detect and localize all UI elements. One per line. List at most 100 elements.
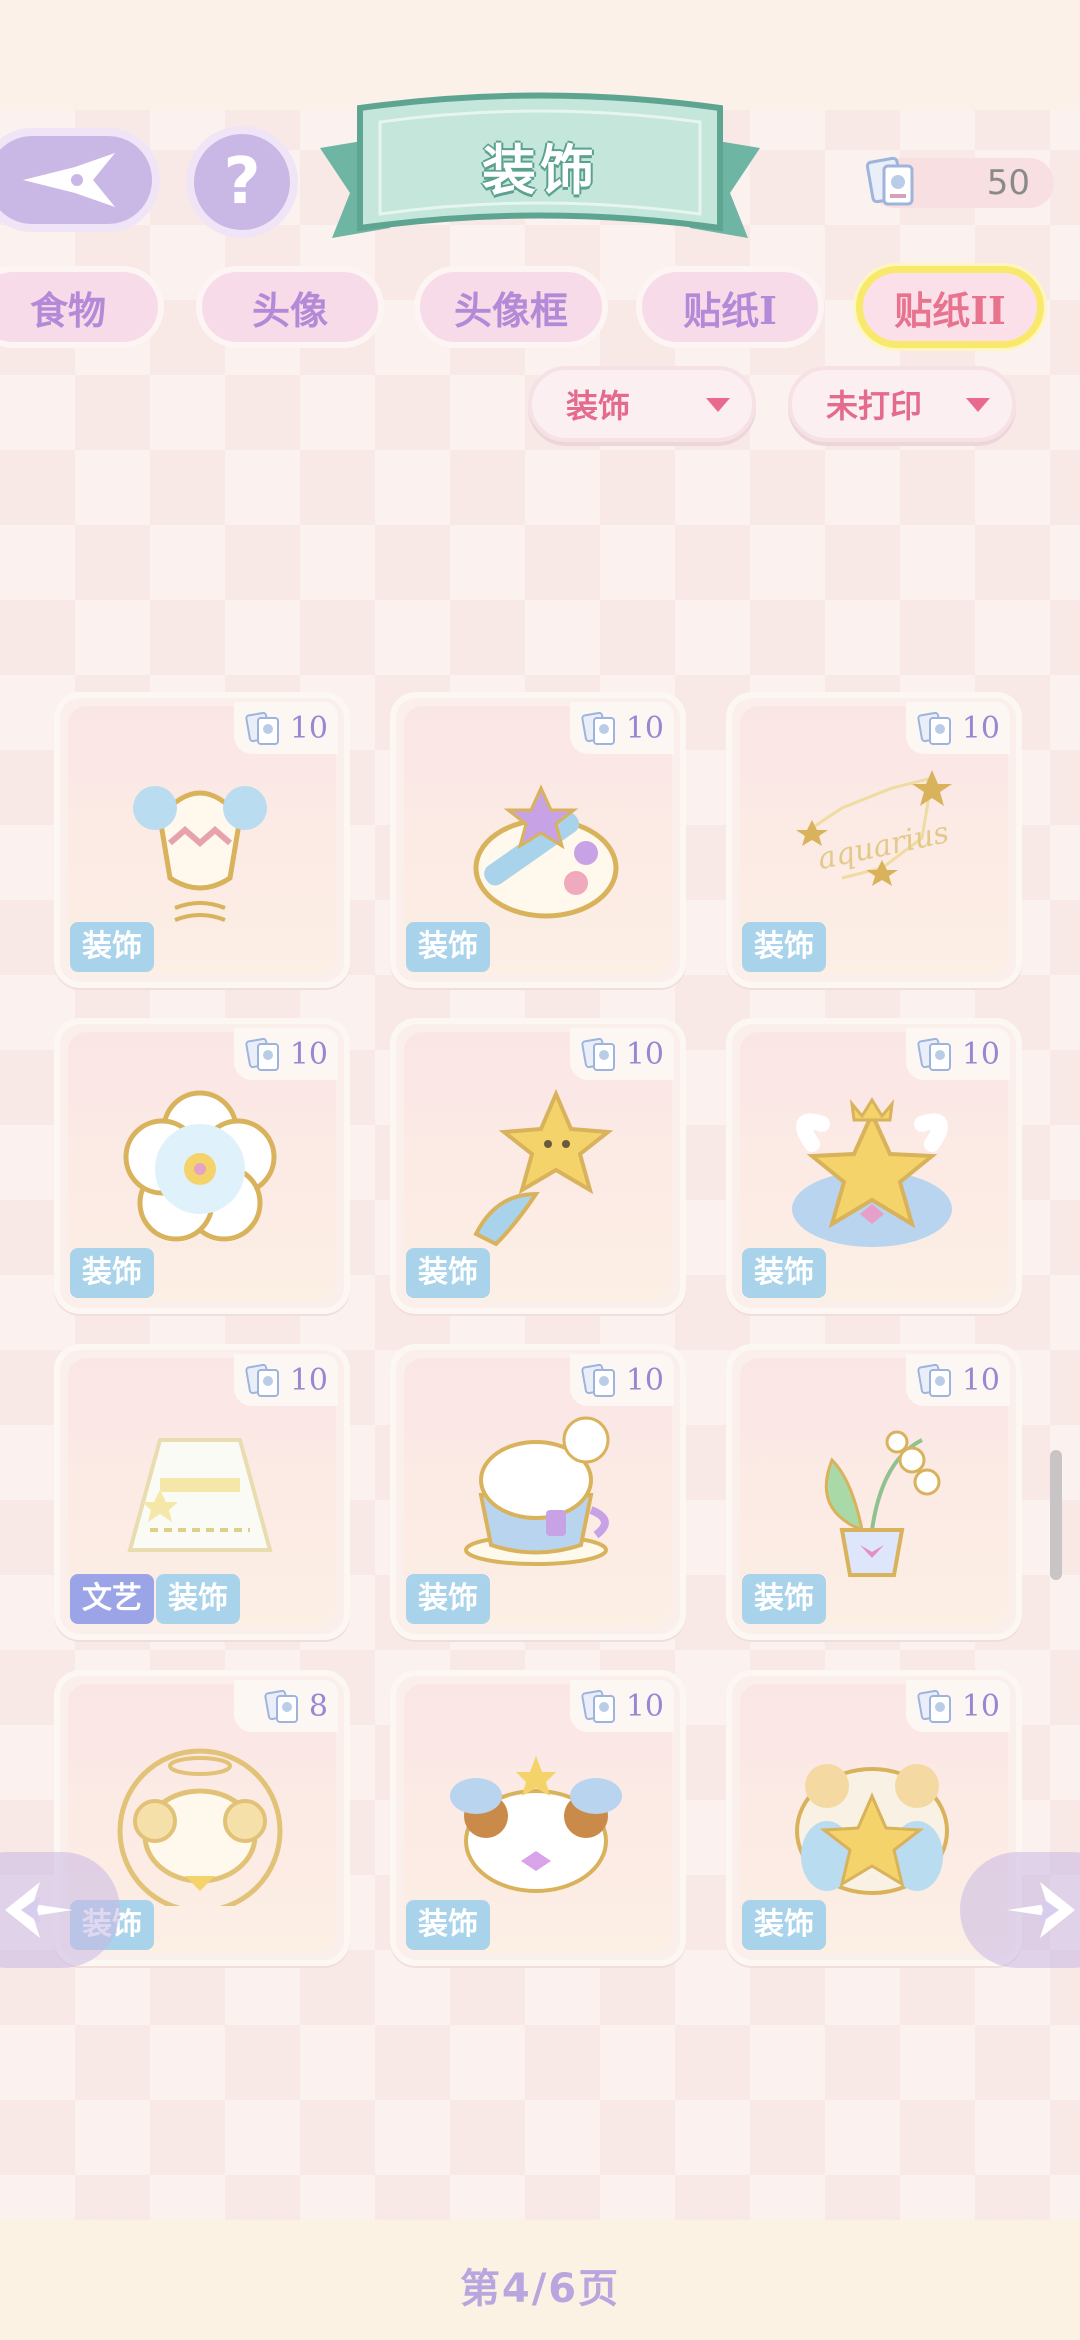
right-arrow-icon bbox=[1007, 1882, 1075, 1938]
chevron-down-icon bbox=[706, 398, 730, 412]
sticker-cost-value: 10 bbox=[625, 1036, 664, 1072]
category-tag: 装饰 bbox=[156, 1574, 240, 1624]
sticker-tags: 装饰 bbox=[406, 922, 492, 972]
tab-avatar[interactable]: 头像 bbox=[196, 266, 384, 348]
sticker-cost: 8 bbox=[234, 1680, 338, 1732]
paint-palette-icon bbox=[473, 784, 619, 919]
category-tag: 装饰 bbox=[742, 922, 826, 972]
sticker-tags: 装饰 bbox=[406, 1248, 492, 1298]
tab-food[interactable]: 食物 bbox=[0, 266, 164, 348]
scrollbar[interactable] bbox=[1050, 1450, 1062, 1580]
print-status-value: 未打印 bbox=[826, 387, 923, 425]
help-icon: ? bbox=[223, 145, 261, 219]
lily-of-valley-icon bbox=[824, 1430, 941, 1577]
sticker-cost: 10 bbox=[906, 1680, 1010, 1732]
sticker-cost: 10 bbox=[570, 1028, 674, 1080]
sticker-cost-value: 10 bbox=[625, 710, 664, 746]
category-tag: 装饰 bbox=[406, 1900, 490, 1950]
sticker-cost-value: 10 bbox=[625, 1688, 664, 1724]
sticker-ticket-icon bbox=[581, 711, 615, 745]
category-tag: 装饰 bbox=[70, 1248, 154, 1298]
sticker-ticket-icon bbox=[245, 711, 279, 745]
sticker-ticket-icon bbox=[581, 1037, 615, 1071]
star-wand-icon bbox=[473, 1088, 614, 1247]
sticker-ticket-icon bbox=[917, 1363, 951, 1397]
category-tag: 装饰 bbox=[406, 922, 490, 972]
sticker-cost: 10 bbox=[906, 1354, 1010, 1406]
next-page-button[interactable] bbox=[960, 1852, 1080, 1968]
sticker-ticket-icon bbox=[917, 711, 951, 745]
page-indicator: 第4/6页 bbox=[459, 2266, 621, 2312]
type-filter-dropdown[interactable]: 装饰 bbox=[528, 366, 756, 442]
category-tag: 装饰 bbox=[742, 1248, 826, 1298]
sticker-cost: 10 bbox=[234, 1354, 338, 1406]
sticker-tags: 装饰 bbox=[742, 1248, 828, 1298]
sticker-card[interactable]: 10 装饰 bbox=[54, 692, 350, 988]
sticker-cost-value: 10 bbox=[625, 1362, 664, 1398]
sticker-ticket-icon bbox=[245, 1037, 279, 1071]
sticker-cost-value: 10 bbox=[289, 710, 328, 746]
sticker-cost-value: 10 bbox=[289, 1362, 328, 1398]
sticker-cost-value: 10 bbox=[961, 1688, 1000, 1724]
help-button[interactable]: ? bbox=[186, 126, 298, 238]
left-arrow-icon bbox=[5, 1882, 73, 1938]
back-button[interactable] bbox=[0, 128, 160, 232]
currency-value: 50 bbox=[986, 163, 1030, 203]
white-dress-icon bbox=[127, 1438, 273, 1552]
sticker-ticket-icon bbox=[917, 1689, 951, 1723]
aquarius-urn-icon bbox=[133, 786, 267, 922]
sticker-tags: 装饰 bbox=[70, 1248, 156, 1298]
sticker-cost-value: 10 bbox=[961, 1362, 1000, 1398]
sticker-cost: 10 bbox=[570, 702, 674, 754]
sticker-card[interactable]: 10 装饰 bbox=[390, 1018, 686, 1314]
constellation-icon: aquarius bbox=[796, 770, 952, 886]
sticker-cost: 10 bbox=[234, 702, 338, 754]
sticker-cost: 10 bbox=[906, 1028, 1010, 1080]
sticker-ticket-icon bbox=[581, 1689, 615, 1723]
sticker-tags: 装饰 bbox=[742, 922, 828, 972]
sticker-cost: 10 bbox=[570, 1680, 674, 1732]
sticker-tags: 文艺 装饰 bbox=[70, 1574, 242, 1624]
category-tag: 装饰 bbox=[406, 1574, 490, 1624]
sticker-card[interactable]: 10 文艺 装饰 bbox=[54, 1344, 350, 1640]
sticker-ticket-icon bbox=[917, 1037, 951, 1071]
page-title: 装饰 bbox=[482, 137, 598, 202]
crowned-star-icon bbox=[792, 1097, 952, 1247]
sticker-cost-value: 10 bbox=[289, 1036, 328, 1072]
sticker-tags: 装饰 bbox=[742, 1574, 828, 1624]
sticker-cost: 10 bbox=[906, 702, 1010, 754]
teacup-sheep-icon bbox=[464, 1416, 610, 1566]
tab-sticker-2[interactable]: 贴纸II bbox=[856, 266, 1044, 348]
sticker-tags: 装饰 bbox=[406, 1900, 492, 1950]
sticker-cost-value: 8 bbox=[308, 1688, 328, 1724]
sticker-tags: 装饰 bbox=[742, 1900, 828, 1950]
sticker-tags: 装饰 bbox=[406, 1574, 492, 1624]
sticker-card[interactable]: 10 装饰 bbox=[390, 1344, 686, 1640]
sticker-card[interactable]: 10 装饰 bbox=[54, 1018, 350, 1314]
sticker-ticket-icon bbox=[581, 1363, 615, 1397]
category-tag: 文艺 bbox=[70, 1574, 154, 1624]
sticker-cost-value: 10 bbox=[961, 1036, 1000, 1072]
sticker-cost: 10 bbox=[570, 1354, 674, 1406]
sticker-card[interactable]: 10 装饰 bbox=[390, 1670, 686, 1966]
sticker-card[interactable]: 10 装饰 bbox=[390, 692, 686, 988]
tab-avatar-frame[interactable]: 头像框 bbox=[414, 266, 608, 348]
sticker-tags: 装饰 bbox=[70, 922, 156, 972]
sticker-card[interactable]: 10 装饰 bbox=[726, 1344, 1022, 1640]
ram-angel-icon bbox=[450, 1756, 622, 1893]
sticker-cost-value: 10 bbox=[961, 710, 1000, 746]
type-filter-value: 装饰 bbox=[566, 387, 631, 425]
sticker-ticket-icon bbox=[264, 1689, 298, 1723]
chevron-down-icon bbox=[966, 398, 990, 412]
category-tag: 装饰 bbox=[742, 1900, 826, 1950]
sticker-card[interactable]: 10 装饰 bbox=[726, 1018, 1022, 1314]
sticker-ticket-icon bbox=[245, 1363, 279, 1397]
previous-page-button[interactable] bbox=[0, 1852, 120, 1968]
sticker-card[interactable]: aquarius 10 装饰 bbox=[726, 692, 1022, 988]
category-tag: 装饰 bbox=[742, 1574, 826, 1624]
sticker-cost: 10 bbox=[234, 1028, 338, 1080]
category-tag: 装饰 bbox=[70, 922, 154, 972]
tab-sticker-1[interactable]: 贴纸I bbox=[636, 266, 824, 348]
print-status-dropdown[interactable]: 未打印 bbox=[788, 366, 1016, 442]
back-arrow-icon bbox=[23, 153, 115, 207]
